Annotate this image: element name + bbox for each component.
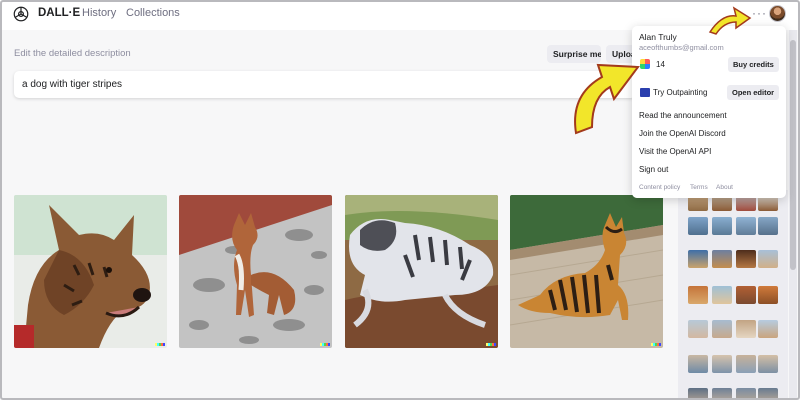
history-thumbnail[interactable]: [688, 388, 708, 400]
prompt-label: Edit the detailed description: [14, 48, 131, 59]
history-thumbnail[interactable]: [736, 320, 756, 338]
dalle-signature: [320, 343, 330, 346]
nav-history[interactable]: History: [82, 7, 116, 19]
menu-item-discord[interactable]: Join the OpenAI Discord: [639, 129, 726, 138]
outpainting-label: Try Outpainting: [653, 88, 708, 97]
history-thumbnail[interactable]: [758, 217, 778, 235]
user-name: Alan Truly: [639, 32, 677, 42]
history-thumbnail[interactable]: [736, 286, 756, 304]
dalle-signature: [486, 343, 496, 346]
history-thumbnail[interactable]: [736, 250, 756, 268]
ellipsis-icon[interactable]: ···: [752, 6, 767, 20]
open-editor-button[interactable]: Open editor: [727, 85, 780, 100]
history-thumbnail[interactable]: [712, 217, 732, 235]
buy-credits-button[interactable]: Buy credits: [728, 57, 779, 72]
annotation-arrow-credits-icon: [574, 63, 640, 135]
history-thumbnail[interactable]: [688, 355, 708, 373]
avatar[interactable]: [769, 5, 786, 22]
scrollbar-thumb[interactable]: [790, 40, 796, 270]
history-thumbnail[interactable]: [758, 355, 778, 373]
menu-item-sign-out[interactable]: Sign out: [639, 165, 668, 174]
history-thumbnail[interactable]: [758, 250, 778, 268]
history-thumbnail[interactable]: [688, 286, 708, 304]
generated-image-4[interactable]: [510, 195, 663, 348]
history-thumbnail[interactable]: [712, 286, 732, 304]
footer-about[interactable]: About: [716, 184, 733, 191]
history-thumbnail[interactable]: [758, 320, 778, 338]
history-thumbnail[interactable]: [688, 250, 708, 268]
history-thumbnail[interactable]: [688, 320, 708, 338]
nav-collections[interactable]: Collections: [126, 7, 180, 19]
user-email: aceofthumbs@gmail.com: [639, 43, 724, 52]
dalle-signature: [651, 343, 661, 346]
history-thumbnail[interactable]: [736, 355, 756, 373]
history-thumbnail[interactable]: [712, 388, 732, 400]
generated-image-2[interactable]: [179, 195, 332, 348]
footer-content-policy[interactable]: Content policy: [639, 184, 680, 191]
dalle-signature: [155, 343, 165, 346]
history-thumbnail[interactable]: [712, 320, 732, 338]
brand-title[interactable]: DALL·E: [38, 7, 80, 19]
account-menu: Alan Truly aceofthumbs@gmail.com 14 Buy …: [632, 26, 786, 198]
history-thumbnail[interactable]: [758, 388, 778, 400]
prompt-input[interactable]: a dog with tiger stripes: [14, 71, 636, 98]
openai-logo-icon[interactable]: [12, 5, 30, 23]
generated-image-1[interactable]: [14, 195, 167, 348]
credit-count: 14: [656, 60, 665, 69]
annotation-arrow-top-icon: [708, 6, 752, 35]
dog-image-3-icon: [345, 195, 498, 348]
dog-image-2-icon: [179, 195, 332, 348]
history-thumbnail[interactable]: [688, 217, 708, 235]
history-thumbnail[interactable]: [758, 286, 778, 304]
dog-image-4-icon: [510, 195, 663, 348]
history-thumbnails: [678, 190, 788, 400]
menu-item-api[interactable]: Visit the OpenAI API: [639, 147, 711, 156]
dog-image-1-icon: [14, 195, 167, 348]
footer-terms[interactable]: Terms: [690, 184, 708, 191]
generated-image-3[interactable]: [345, 195, 498, 348]
history-thumbnail[interactable]: [712, 250, 732, 268]
history-thumbnail[interactable]: [736, 217, 756, 235]
history-thumbnail[interactable]: [712, 355, 732, 373]
menu-item-announcement[interactable]: Read the announcement: [639, 111, 727, 120]
history-thumbnail[interactable]: [736, 388, 756, 400]
